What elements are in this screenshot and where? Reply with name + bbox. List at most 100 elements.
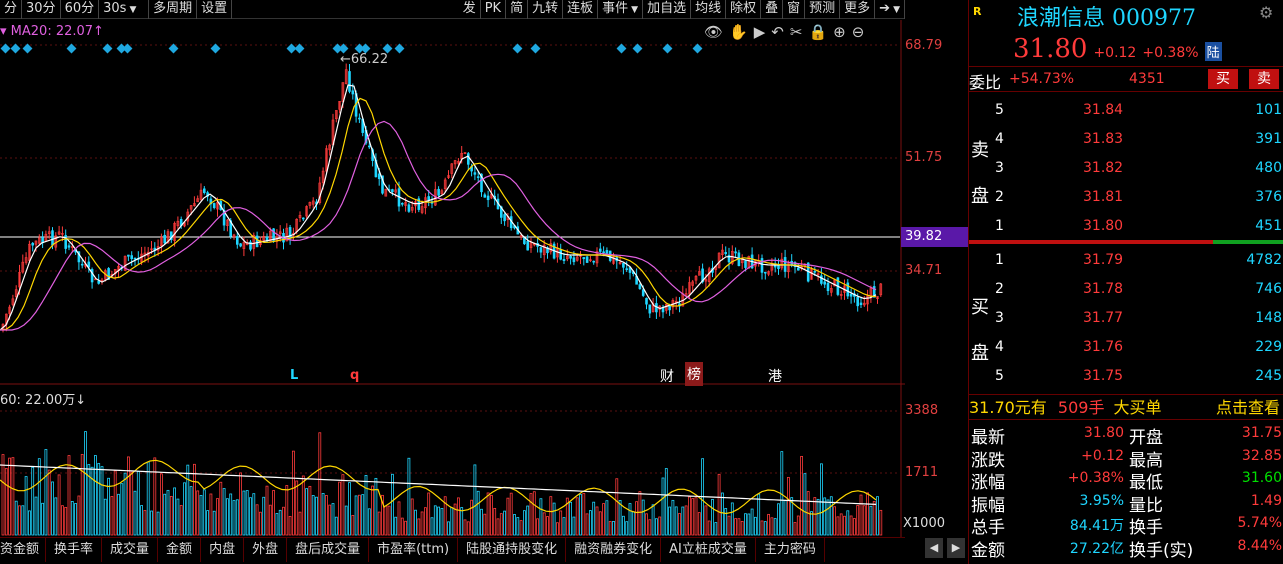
sell-button[interactable]: 卖 [1249, 69, 1279, 89]
toolbar-right-item-0[interactable]: 发 [459, 0, 481, 19]
toolbar-item-3[interactable]: 30s [99, 0, 150, 19]
event-diamond-icon[interactable] [10, 43, 21, 54]
indicator-tab-0[interactable]: 资金额 [0, 538, 47, 562]
toolbar-right-item-11[interactable]: 预测 [805, 0, 841, 19]
buy_side-row[interactable]: 1 31.79 4782 [969, 246, 1283, 275]
zoom-in-icon[interactable]: ⊕ [833, 23, 846, 41]
indicator-tab-10[interactable]: AI立桩成交量 [661, 538, 756, 562]
volume-bar [853, 518, 856, 536]
volume-bar [503, 510, 507, 536]
indicator-tab-4[interactable]: 内盘 [201, 538, 245, 562]
volume-bar [344, 505, 348, 536]
sell_side-row[interactable]: 4 31.83 391 [969, 125, 1283, 154]
volume-bar [153, 457, 157, 536]
tab-left-arrow-icon[interactable]: ◀ [925, 538, 943, 558]
gear-icon[interactable]: ⚙ [1259, 3, 1273, 22]
volume-bar [707, 520, 711, 536]
volume-bar [536, 518, 539, 536]
indicator-tab-6[interactable]: 盘后成交量 [287, 538, 370, 562]
stat-row: 最新 31.80 开盘 31.75 [969, 423, 1283, 448]
undo-icon[interactable]: ↶ [771, 23, 784, 41]
candle-body [351, 90, 355, 95]
eye-icon[interactable]: 👁 [704, 23, 723, 41]
indicator-tab-11[interactable]: 主力密码 [756, 538, 825, 562]
buy_side-row[interactable]: 5 31.75 245 [969, 362, 1283, 391]
indicator-tab-3[interactable]: 金额 [158, 538, 202, 562]
toolbar-right-item-12[interactable]: 更多 [840, 0, 876, 19]
toolbar-item-2[interactable]: 60分 [61, 0, 100, 19]
export-icon[interactable]: ➔ [875, 0, 905, 19]
stat-value-1: 31.80 [1083, 425, 1124, 441]
volume-bar [740, 521, 744, 536]
buy_side-row[interactable]: 2 31.78 746 [969, 275, 1283, 304]
event-marker-finance[interactable]: 财 [660, 366, 674, 386]
buy_side-row[interactable]: 3 31.77 148 [969, 304, 1283, 333]
toolbar-right-item-2[interactable]: 简 [506, 0, 529, 19]
toolbar-item-1[interactable]: 30分 [22, 0, 61, 19]
indicator-tab-1[interactable]: 换手率 [46, 538, 103, 562]
event-marker-l[interactable]: L [290, 368, 298, 383]
stat-value-2: 1.49 [1250, 492, 1282, 509]
ma-legend: ▾ MA20: 22.07↑ [0, 24, 104, 39]
indicator-tab-2[interactable]: 成交量 [102, 538, 159, 562]
toolbar-right-item-1[interactable]: PK [481, 0, 507, 19]
hand-icon[interactable]: ✋ [729, 23, 748, 41]
event-diamond-icon[interactable] [210, 43, 221, 54]
stat-label-1: 金额 [971, 540, 1005, 561]
indicator-tab-9[interactable]: 融资融券变化 [566, 538, 662, 562]
scissors-icon[interactable]: ✂ [790, 23, 803, 41]
candle-body [539, 247, 543, 253]
toolbar-right-item-4[interactable]: 连板 [563, 0, 599, 19]
toolbar-right-item-6[interactable]: 加自选 [643, 0, 692, 19]
volume-bar [136, 471, 140, 536]
event-marker-rank[interactable]: 榜 [685, 362, 703, 386]
toolbar-right-item-8[interactable]: 除权 [726, 0, 762, 19]
event-marker-q[interactable]: q [350, 368, 359, 383]
sell_side-row[interactable]: 2 31.81 376 [969, 183, 1283, 212]
quote-panel: R 浪潮信息 000977 ⚙ 31.80 +0.12 +0.38% 陆 委比 … [968, 0, 1283, 564]
buy-button[interactable]: 买 [1208, 69, 1238, 89]
candle-body [602, 251, 605, 254]
toolbar-item-4[interactable]: 多周期 [149, 0, 198, 19]
toolbar-right-item-10[interactable]: 窗 [783, 0, 806, 19]
lock-icon[interactable]: 🔒 [808, 23, 827, 41]
event-diamond-icon[interactable] [0, 43, 11, 54]
toolbar-item-5[interactable]: 设置 [197, 0, 233, 19]
event-diamond-icon[interactable] [66, 43, 77, 54]
play-icon[interactable]: ▶ [754, 23, 766, 41]
volume-bar [367, 508, 371, 536]
event-diamond-icon[interactable] [616, 43, 627, 54]
tab-right-arrow-icon[interactable]: ▶ [947, 538, 965, 558]
stat-label-2: 量比 [1129, 495, 1163, 516]
toolbar-item-0[interactable]: 分 [0, 0, 23, 19]
kline-chart[interactable] [0, 0, 905, 564]
volume-bar [173, 487, 177, 536]
sell_side-row[interactable]: 5 31.84 101 [969, 96, 1283, 125]
toolbar-right-item-5[interactable]: 事件 [598, 0, 644, 19]
volume-bar [645, 513, 648, 536]
sell_side-row[interactable]: 3 31.82 480 [969, 154, 1283, 183]
toolbar-right-item-7[interactable]: 均线 [691, 0, 727, 19]
book-volume: 245 [1255, 368, 1282, 384]
book-volume: 229 [1255, 339, 1282, 355]
buy_side-row[interactable]: 4 31.76 229 [969, 333, 1283, 362]
indicator-tab-8[interactable]: 陆股通持股变化 [458, 538, 567, 562]
sell_side-row[interactable]: 1 31.80 451 [969, 212, 1283, 241]
indicator-tab-5[interactable]: 外盘 [244, 538, 288, 562]
event-diamond-icon[interactable] [530, 43, 541, 54]
volume-bar [371, 485, 375, 536]
candle-body [486, 195, 490, 201]
toolbar-right-item-9[interactable]: 叠 [761, 0, 784, 19]
stat-label-2: 换手(实) [1129, 540, 1194, 561]
indicator-tab-7[interactable]: 市盈率(ttm) [369, 538, 459, 562]
volume-bar [143, 510, 147, 536]
big-order-link[interactable]: 点击查看 [1216, 395, 1280, 421]
candle-body [622, 263, 625, 268]
volume-bar [678, 513, 681, 536]
event-marker-hk[interactable]: 港 [768, 366, 782, 386]
toolbar-right-item-3[interactable]: 九转 [528, 0, 564, 19]
volume-bar [549, 496, 553, 536]
volume-bar [113, 470, 117, 536]
volume-bar [608, 521, 612, 536]
zoom-out-icon[interactable]: ⊖ [852, 23, 865, 41]
